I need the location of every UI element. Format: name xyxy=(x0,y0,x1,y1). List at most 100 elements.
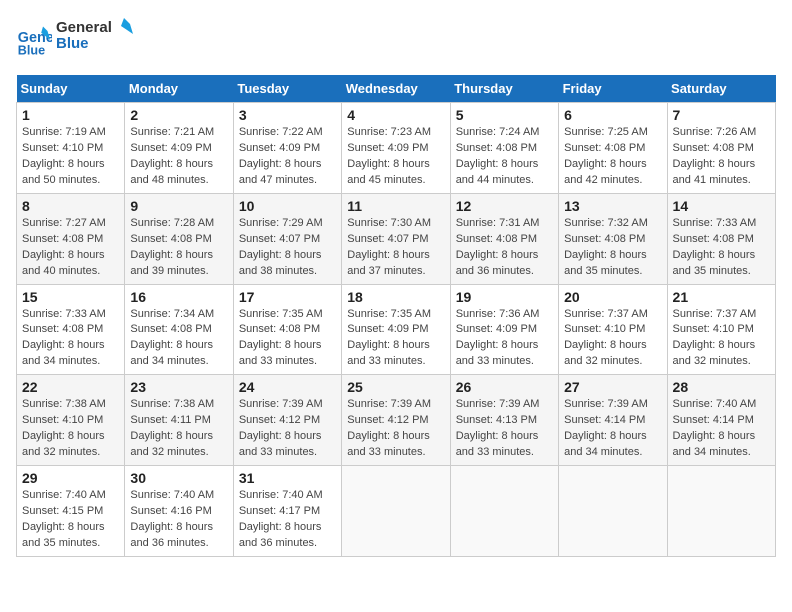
day-number: 6 xyxy=(564,107,661,123)
day-info: Sunrise: 7:35 AM Sunset: 4:09 PM Dayligh… xyxy=(347,307,444,371)
day-number: 13 xyxy=(564,198,661,214)
day-info: Sunrise: 7:38 AM Sunset: 4:10 PM Dayligh… xyxy=(22,397,119,461)
dow-header-sunday: Sunday xyxy=(17,75,125,103)
day-info: Sunrise: 7:40 AM Sunset: 4:14 PM Dayligh… xyxy=(673,397,770,461)
dow-header-saturday: Saturday xyxy=(667,75,775,103)
day-cell-5: 5 Sunrise: 7:24 AM Sunset: 4:08 PM Dayli… xyxy=(450,103,558,194)
svg-text:Blue: Blue xyxy=(56,35,89,52)
day-cell-9: 9 Sunrise: 7:28 AM Sunset: 4:08 PM Dayli… xyxy=(125,193,233,284)
day-info: Sunrise: 7:32 AM Sunset: 4:08 PM Dayligh… xyxy=(564,216,661,280)
day-info: Sunrise: 7:33 AM Sunset: 4:08 PM Dayligh… xyxy=(22,307,119,371)
day-number: 8 xyxy=(22,198,119,214)
dow-header-wednesday: Wednesday xyxy=(342,75,450,103)
day-cell-6: 6 Sunrise: 7:25 AM Sunset: 4:08 PM Dayli… xyxy=(559,103,667,194)
day-info: Sunrise: 7:22 AM Sunset: 4:09 PM Dayligh… xyxy=(239,125,336,189)
day-info: Sunrise: 7:39 AM Sunset: 4:13 PM Dayligh… xyxy=(456,397,553,461)
day-info: Sunrise: 7:25 AM Sunset: 4:08 PM Dayligh… xyxy=(564,125,661,189)
day-cell-29: 29 Sunrise: 7:40 AM Sunset: 4:15 PM Dayl… xyxy=(17,466,125,557)
day-number: 3 xyxy=(239,107,336,123)
day-info: Sunrise: 7:39 AM Sunset: 4:14 PM Dayligh… xyxy=(564,397,661,461)
day-number: 26 xyxy=(456,379,553,395)
day-number: 31 xyxy=(239,470,336,486)
day-info: Sunrise: 7:37 AM Sunset: 4:10 PM Dayligh… xyxy=(673,307,770,371)
day-info: Sunrise: 7:40 AM Sunset: 4:15 PM Dayligh… xyxy=(22,488,119,552)
dow-header-monday: Monday xyxy=(125,75,233,103)
day-info: Sunrise: 7:23 AM Sunset: 4:09 PM Dayligh… xyxy=(347,125,444,189)
day-info: Sunrise: 7:27 AM Sunset: 4:08 PM Dayligh… xyxy=(22,216,119,280)
day-info: Sunrise: 7:37 AM Sunset: 4:10 PM Dayligh… xyxy=(564,307,661,371)
empty-cell xyxy=(559,466,667,557)
day-cell-18: 18 Sunrise: 7:35 AM Sunset: 4:09 PM Dayl… xyxy=(342,284,450,375)
day-cell-7: 7 Sunrise: 7:26 AM Sunset: 4:08 PM Dayli… xyxy=(667,103,775,194)
day-info: Sunrise: 7:31 AM Sunset: 4:08 PM Dayligh… xyxy=(456,216,553,280)
day-number: 22 xyxy=(22,379,119,395)
day-cell-25: 25 Sunrise: 7:39 AM Sunset: 4:12 PM Dayl… xyxy=(342,375,450,466)
day-number: 12 xyxy=(456,198,553,214)
day-number: 17 xyxy=(239,289,336,305)
day-info: Sunrise: 7:29 AM Sunset: 4:07 PM Dayligh… xyxy=(239,216,336,280)
day-number: 4 xyxy=(347,107,444,123)
day-info: Sunrise: 7:36 AM Sunset: 4:09 PM Dayligh… xyxy=(456,307,553,371)
day-cell-1: 1 Sunrise: 7:19 AM Sunset: 4:10 PM Dayli… xyxy=(17,103,125,194)
day-info: Sunrise: 7:26 AM Sunset: 4:08 PM Dayligh… xyxy=(673,125,770,189)
day-number: 9 xyxy=(130,198,227,214)
calendar-week-row: 1 Sunrise: 7:19 AM Sunset: 4:10 PM Dayli… xyxy=(17,103,776,194)
day-number: 30 xyxy=(130,470,227,486)
day-number: 14 xyxy=(673,198,770,214)
day-cell-26: 26 Sunrise: 7:39 AM Sunset: 4:13 PM Dayl… xyxy=(450,375,558,466)
day-cell-15: 15 Sunrise: 7:33 AM Sunset: 4:08 PM Dayl… xyxy=(17,284,125,375)
day-info: Sunrise: 7:34 AM Sunset: 4:08 PM Dayligh… xyxy=(130,307,227,371)
day-cell-21: 21 Sunrise: 7:37 AM Sunset: 4:10 PM Dayl… xyxy=(667,284,775,375)
day-cell-10: 10 Sunrise: 7:29 AM Sunset: 4:07 PM Dayl… xyxy=(233,193,341,284)
day-number: 24 xyxy=(239,379,336,395)
day-cell-22: 22 Sunrise: 7:38 AM Sunset: 4:10 PM Dayl… xyxy=(17,375,125,466)
day-info: Sunrise: 7:40 AM Sunset: 4:17 PM Dayligh… xyxy=(239,488,336,552)
dow-header-thursday: Thursday xyxy=(450,75,558,103)
day-cell-19: 19 Sunrise: 7:36 AM Sunset: 4:09 PM Dayl… xyxy=(450,284,558,375)
day-of-week-header-row: SundayMondayTuesdayWednesdayThursdayFrid… xyxy=(17,75,776,103)
day-info: Sunrise: 7:39 AM Sunset: 4:12 PM Dayligh… xyxy=(239,397,336,461)
day-number: 10 xyxy=(239,198,336,214)
day-number: 27 xyxy=(564,379,661,395)
day-cell-3: 3 Sunrise: 7:22 AM Sunset: 4:09 PM Dayli… xyxy=(233,103,341,194)
page-header: General Blue General Blue xyxy=(16,16,776,63)
dow-header-friday: Friday xyxy=(559,75,667,103)
day-info: Sunrise: 7:28 AM Sunset: 4:08 PM Dayligh… xyxy=(130,216,227,280)
day-cell-13: 13 Sunrise: 7:32 AM Sunset: 4:08 PM Dayl… xyxy=(559,193,667,284)
day-number: 20 xyxy=(564,289,661,305)
day-cell-31: 31 Sunrise: 7:40 AM Sunset: 4:17 PM Dayl… xyxy=(233,466,341,557)
day-number: 16 xyxy=(130,289,227,305)
day-number: 7 xyxy=(673,107,770,123)
day-number: 29 xyxy=(22,470,119,486)
calendar-week-row: 22 Sunrise: 7:38 AM Sunset: 4:10 PM Dayl… xyxy=(17,375,776,466)
day-cell-8: 8 Sunrise: 7:27 AM Sunset: 4:08 PM Dayli… xyxy=(17,193,125,284)
empty-cell xyxy=(342,466,450,557)
svg-text:General: General xyxy=(56,19,112,36)
svg-text:Blue: Blue xyxy=(18,43,45,57)
day-info: Sunrise: 7:19 AM Sunset: 4:10 PM Dayligh… xyxy=(22,125,119,189)
calendar-week-row: 15 Sunrise: 7:33 AM Sunset: 4:08 PM Dayl… xyxy=(17,284,776,375)
logo: General Blue General Blue xyxy=(16,16,136,63)
calendar-week-row: 29 Sunrise: 7:40 AM Sunset: 4:15 PM Dayl… xyxy=(17,466,776,557)
day-cell-20: 20 Sunrise: 7:37 AM Sunset: 4:10 PM Dayl… xyxy=(559,284,667,375)
calendar-body: 1 Sunrise: 7:19 AM Sunset: 4:10 PM Dayli… xyxy=(17,103,776,557)
day-number: 25 xyxy=(347,379,444,395)
day-cell-27: 27 Sunrise: 7:39 AM Sunset: 4:14 PM Dayl… xyxy=(559,375,667,466)
day-cell-14: 14 Sunrise: 7:33 AM Sunset: 4:08 PM Dayl… xyxy=(667,193,775,284)
day-number: 19 xyxy=(456,289,553,305)
day-info: Sunrise: 7:40 AM Sunset: 4:16 PM Dayligh… xyxy=(130,488,227,552)
calendar-week-row: 8 Sunrise: 7:27 AM Sunset: 4:08 PM Dayli… xyxy=(17,193,776,284)
day-number: 21 xyxy=(673,289,770,305)
day-info: Sunrise: 7:35 AM Sunset: 4:08 PM Dayligh… xyxy=(239,307,336,371)
empty-cell xyxy=(667,466,775,557)
day-number: 2 xyxy=(130,107,227,123)
day-cell-4: 4 Sunrise: 7:23 AM Sunset: 4:09 PM Dayli… xyxy=(342,103,450,194)
day-info: Sunrise: 7:38 AM Sunset: 4:11 PM Dayligh… xyxy=(130,397,227,461)
day-info: Sunrise: 7:21 AM Sunset: 4:09 PM Dayligh… xyxy=(130,125,227,189)
empty-cell xyxy=(450,466,558,557)
day-info: Sunrise: 7:33 AM Sunset: 4:08 PM Dayligh… xyxy=(673,216,770,280)
day-number: 28 xyxy=(673,379,770,395)
day-number: 15 xyxy=(22,289,119,305)
day-number: 18 xyxy=(347,289,444,305)
day-info: Sunrise: 7:30 AM Sunset: 4:07 PM Dayligh… xyxy=(347,216,444,280)
